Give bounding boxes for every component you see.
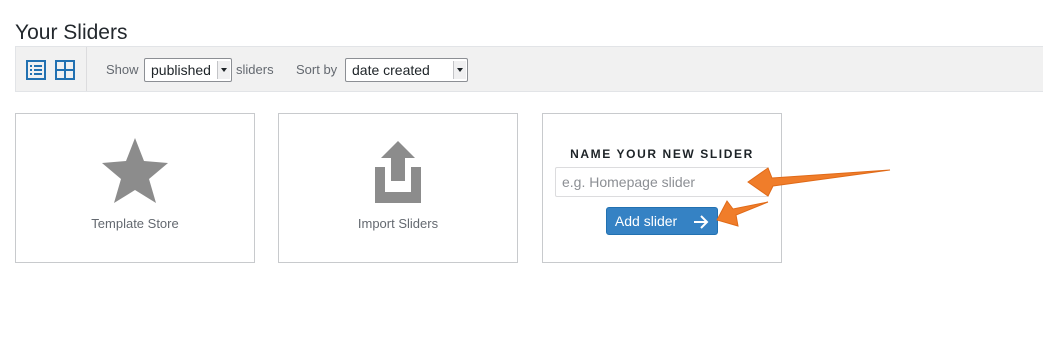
- status-select[interactable]: published: [144, 58, 232, 82]
- new-slider-heading: NAME YOUR NEW SLIDER: [570, 147, 754, 161]
- star-icon: [100, 136, 170, 211]
- upload-icon: [373, 141, 423, 210]
- list-view-icon[interactable]: [26, 60, 46, 80]
- import-sliders-card[interactable]: Import Sliders: [278, 113, 518, 263]
- view-switch: [16, 47, 87, 91]
- new-slider-card: NAME YOUR NEW SLIDER Add slider: [542, 113, 782, 263]
- template-store-card[interactable]: Template Store: [15, 113, 255, 263]
- status-select-value: published: [151, 62, 211, 78]
- chevron-down-icon: [217, 61, 230, 79]
- sliders-label: sliders: [236, 62, 274, 77]
- sort-select-value: date created: [352, 62, 430, 78]
- slider-name-input[interactable]: [555, 167, 769, 197]
- sort-label: Sort by: [296, 62, 338, 77]
- add-slider-button-label: Add slider: [614, 213, 678, 229]
- show-label: Show: [106, 62, 139, 77]
- grid-view-icon[interactable]: [55, 60, 75, 80]
- sort-select[interactable]: date created: [345, 58, 468, 82]
- template-store-label: Template Store: [91, 216, 179, 231]
- import-sliders-label: Import Sliders: [357, 216, 439, 231]
- add-slider-button[interactable]: Add slider: [606, 207, 718, 235]
- page-title: Your Sliders: [15, 21, 128, 45]
- arrow-right-icon: [693, 211, 709, 237]
- filter-toolbar: Show published sliders Sort by date crea…: [15, 46, 1043, 92]
- chevron-down-icon: [453, 61, 466, 79]
